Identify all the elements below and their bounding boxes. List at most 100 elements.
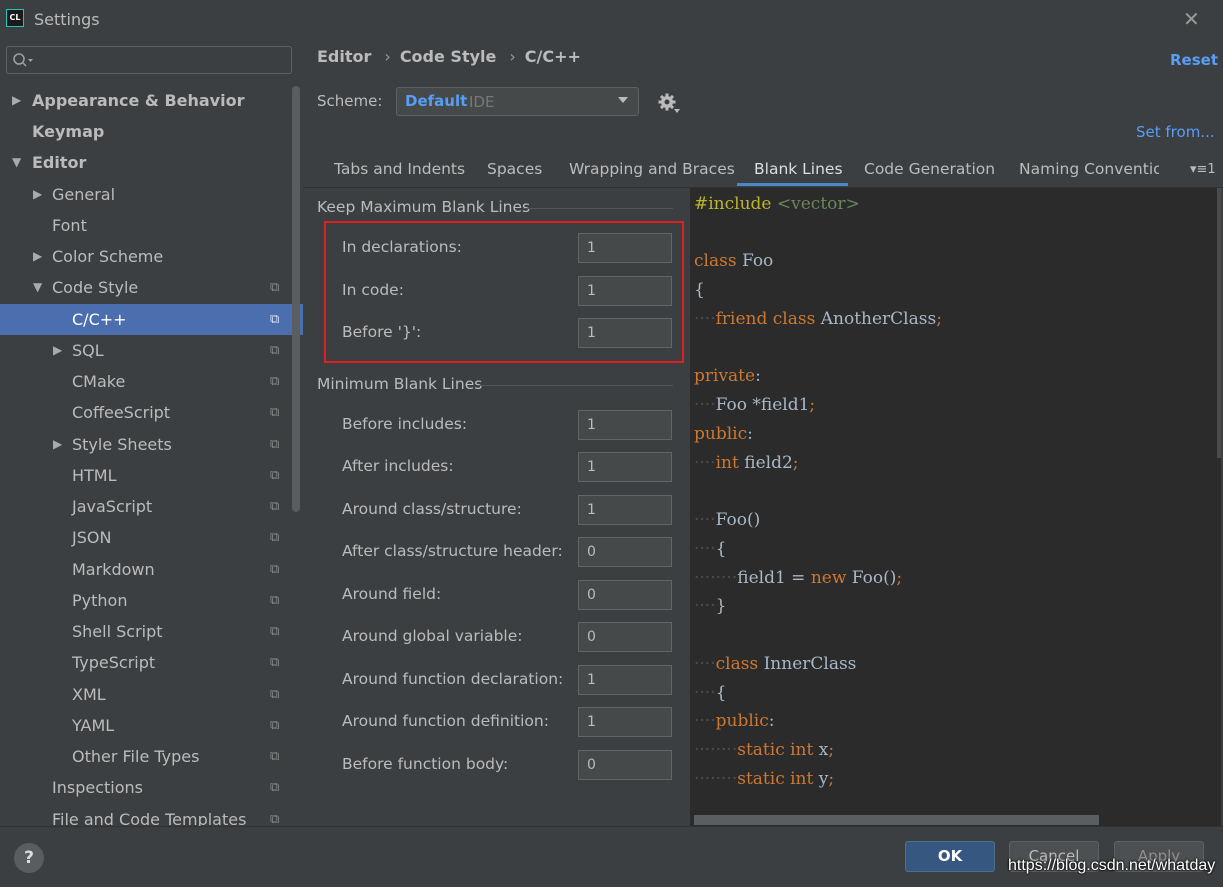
search-input[interactable]: [6, 46, 292, 74]
copy-settings-icon: ⧉: [270, 343, 280, 358]
before-function-body-input[interactable]: 0: [578, 750, 672, 780]
sidebar-item-editor[interactable]: ▼ Editor: [0, 147, 290, 178]
tab-spaces[interactable]: Spaces: [487, 160, 542, 178]
after-class-header-input[interactable]: 0: [578, 537, 672, 567]
sidebar-item-label: Other File Types: [72, 747, 200, 766]
sidebar-item-label: JSON: [72, 528, 112, 547]
scheme-label: Scheme:: [317, 92, 383, 110]
sidebar-item-label: Code Style: [52, 278, 139, 297]
sidebar-item-code-style[interactable]: ▼ Code Style ⧉: [0, 272, 290, 303]
sidebar-item-general[interactable]: ▶ General: [0, 179, 290, 210]
sidebar-item-appearance[interactable]: ▶ Appearance & Behavior: [0, 85, 290, 116]
sidebar-item-coffeescript[interactable]: CoffeeScript ⧉: [0, 397, 290, 428]
tab-naming-conventions[interactable]: Naming Conventior: [1019, 160, 1159, 178]
sidebar-item-html[interactable]: HTML ⧉: [0, 460, 290, 491]
breadcrumb-item: Code Style: [399, 47, 497, 66]
sidebar-item-label: Keymap: [32, 122, 105, 141]
preview-horizontal-scrollbar[interactable]: [694, 815, 1099, 825]
code-token: {: [694, 280, 705, 300]
gear-icon[interactable]: [657, 92, 681, 114]
set-from-link[interactable]: Set from...: [1136, 123, 1215, 141]
code-token: y: [818, 769, 829, 789]
sidebar-scrollbar[interactable]: [292, 86, 300, 512]
sidebar-item-label: Color Scheme: [52, 247, 164, 266]
code-token: class: [694, 251, 737, 271]
after-includes-input[interactable]: 1: [578, 452, 672, 482]
option-label: Around class/structure:: [342, 500, 522, 518]
around-function-declaration-input[interactable]: 1: [578, 665, 672, 695]
title-bar: [0, 0, 1223, 38]
sidebar-item-label: Appearance & Behavior: [32, 91, 245, 110]
option-label: Before includes:: [342, 415, 468, 433]
chevron-right-icon: ▶: [12, 93, 22, 107]
copy-settings-icon: ⧉: [270, 624, 280, 639]
code-token: int: [715, 453, 739, 473]
sidebar-item-markdown[interactable]: Markdown ⧉: [0, 554, 290, 585]
code-token: class: [772, 309, 816, 329]
tabs-overflow-icon[interactable]: ▾≡1: [1190, 162, 1216, 177]
around-class-input[interactable]: 1: [578, 495, 672, 525]
around-global-variable-input[interactable]: 0: [578, 622, 672, 652]
tab-tabs-and-indents[interactable]: Tabs and Indents: [334, 160, 465, 178]
sidebar-item-json[interactable]: JSON ⧉: [0, 522, 290, 553]
sidebar-item-file-code-templates[interactable]: File and Code Templates ⧉: [0, 804, 290, 826]
code-line: public:: [694, 424, 753, 444]
sidebar-item-inspections[interactable]: Inspections ⧉: [0, 772, 290, 803]
code-token: friend: [715, 309, 768, 329]
sidebar-item-yaml[interactable]: YAML ⧉: [0, 710, 290, 741]
scheme-kind: IDE: [469, 93, 495, 111]
copy-settings-icon: ⧉: [270, 749, 280, 764]
sidebar-item-cmake[interactable]: CMake ⧉: [0, 366, 290, 397]
sidebar-item-python[interactable]: Python ⧉: [0, 585, 290, 616]
tab-code-generation[interactable]: Code Generation: [864, 160, 995, 178]
ok-button[interactable]: OK: [905, 841, 995, 872]
sidebar-item-label: General: [52, 185, 116, 204]
copy-settings-icon: ⧉: [270, 593, 280, 608]
sidebar-item-style-sheets[interactable]: ▶ Style Sheets ⧉: [0, 429, 290, 460]
code-line: class Foo: [694, 251, 773, 271]
red-highlight-box: [324, 221, 684, 363]
code-line: ····public:: [694, 711, 775, 731]
sidebar-item-typescript[interactable]: TypeScript ⧉: [0, 647, 290, 678]
sidebar-item-c-cpp[interactable]: C/C++ ⧉: [0, 304, 303, 335]
breadcrumb-item: Editor: [317, 47, 372, 66]
sidebar-item-shell-script[interactable]: Shell Script ⧉: [0, 616, 290, 647]
before-includes-input[interactable]: 1: [578, 410, 672, 440]
code-token: public: [715, 711, 769, 731]
sidebar-item-keymap[interactable]: Keymap: [0, 116, 290, 147]
sidebar-item-label: XML: [72, 685, 106, 704]
sidebar-item-other-file-types[interactable]: Other File Types ⧉: [0, 741, 290, 772]
sidebar-item-xml[interactable]: XML ⧉: [0, 679, 290, 710]
active-tab-indicator: [737, 183, 848, 186]
breadcrumb-separator-icon: ›: [509, 47, 516, 66]
around-function-definition-input[interactable]: 1: [578, 707, 672, 737]
preview-vertical-scrollbar[interactable]: [1217, 188, 1221, 458]
sidebar-item-sql[interactable]: ▶ SQL ⧉: [0, 335, 290, 366]
sidebar-item-label: SQL: [72, 341, 104, 360]
sidebar-item-font[interactable]: Font: [0, 210, 290, 241]
watermark-text: https://blog.csdn.net/whatday: [1008, 857, 1216, 874]
reset-link[interactable]: Reset: [1170, 51, 1218, 69]
sidebar-item-javascript[interactable]: JavaScript ⧉: [0, 491, 290, 522]
option-label: Around global variable:: [342, 627, 523, 645]
copy-settings-icon: ⧉: [270, 530, 280, 545]
tab-wrapping-and-braces[interactable]: Wrapping and Braces: [569, 160, 735, 178]
code-token: ;: [809, 395, 816, 415]
sidebar-item-label: Markdown: [72, 560, 155, 579]
section-divider: [523, 208, 673, 209]
code-line: ········static int x;: [694, 740, 835, 760]
breadcrumb: Editor › Code Style › C/C++: [317, 47, 581, 66]
code-token: Foo: [741, 251, 774, 271]
code-token: Foo(): [715, 510, 761, 530]
code-token: :: [747, 424, 753, 444]
copy-settings-icon: ⧉: [270, 687, 280, 702]
code-token: public: [694, 424, 748, 444]
close-icon[interactable]: ✕: [1183, 7, 1200, 31]
around-field-input[interactable]: 0: [578, 580, 672, 610]
app-logo-icon: CL: [6, 9, 24, 27]
code-token: <vector>: [776, 194, 860, 214]
sidebar-item-color-scheme[interactable]: ▶ Color Scheme: [0, 241, 290, 272]
tab-blank-lines[interactable]: Blank Lines: [754, 160, 843, 178]
help-icon[interactable]: ?: [14, 843, 44, 873]
code-token: int: [790, 740, 814, 760]
